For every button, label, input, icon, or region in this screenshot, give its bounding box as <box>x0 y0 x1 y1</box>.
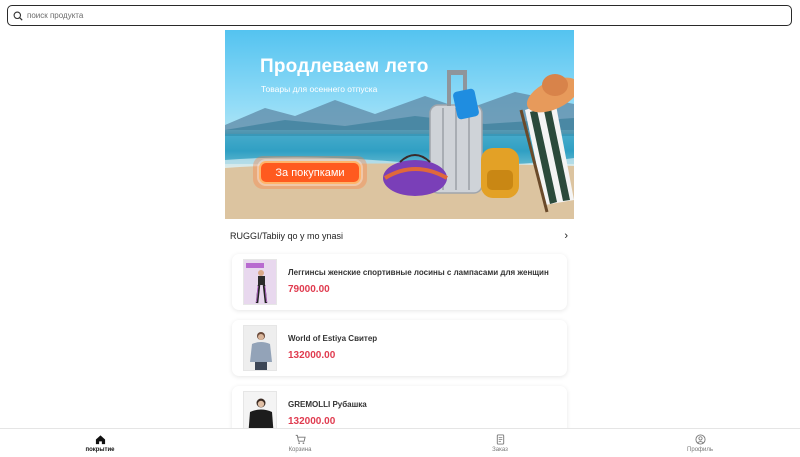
product-name: World of Estiya Свитер <box>288 334 378 343</box>
promo-banner[interactable]: Продлеваем лето Товары для осеннего отпу… <box>225 30 574 219</box>
product-name: GREMOLLI Рубашка <box>288 400 367 409</box>
product-card[interactable]: Леггинсы женские спортивные лосины с лам… <box>232 254 567 310</box>
product-price: 132000.00 <box>288 350 336 361</box>
home-icon <box>95 434 105 444</box>
nav-home[interactable]: покрытие <box>0 429 200 457</box>
product-image <box>243 325 277 371</box>
product-card[interactable]: World of Estiya Свитер 132000.00 <box>232 320 567 376</box>
nav-cart[interactable]: Корзина <box>200 429 400 457</box>
nav-cart-label: Корзина <box>288 446 312 453</box>
product-name: Леггинсы женские спортивные лосины с лам… <box>288 268 549 277</box>
bottom-navigation: покрытие Корзина Заказ Профиль <box>0 428 800 457</box>
shop-now-button[interactable]: За покупками <box>259 161 361 184</box>
product-image <box>243 259 277 305</box>
brand-section-title: RUGGI/Tabiiy qo y mo ynasi <box>230 231 344 241</box>
profile-icon <box>694 433 706 445</box>
banner-title: Продлеваем лето <box>260 56 429 77</box>
product-price: 132000.00 <box>288 416 336 427</box>
banner-subtitle: Товары для осеннего отпуска <box>261 84 378 94</box>
nav-orders[interactable]: Заказ <box>400 429 600 457</box>
nav-profile-label: Профиль <box>687 446 713 453</box>
product-price: 79000.00 <box>288 284 330 295</box>
brand-section-header[interactable]: RUGGI/Tabiiy qo y mo ynasi › <box>225 226 574 246</box>
search-icon <box>13 11 23 21</box>
nav-orders-label: Заказ <box>492 446 508 453</box>
nav-home-label: покрытие <box>85 446 115 453</box>
nav-profile[interactable]: Профиль <box>600 429 800 457</box>
search-bar[interactable] <box>7 5 792 26</box>
order-icon <box>496 433 504 445</box>
cart-icon <box>295 434 306 444</box>
search-input[interactable] <box>27 11 727 20</box>
chevron-right-icon[interactable]: › <box>564 230 568 242</box>
